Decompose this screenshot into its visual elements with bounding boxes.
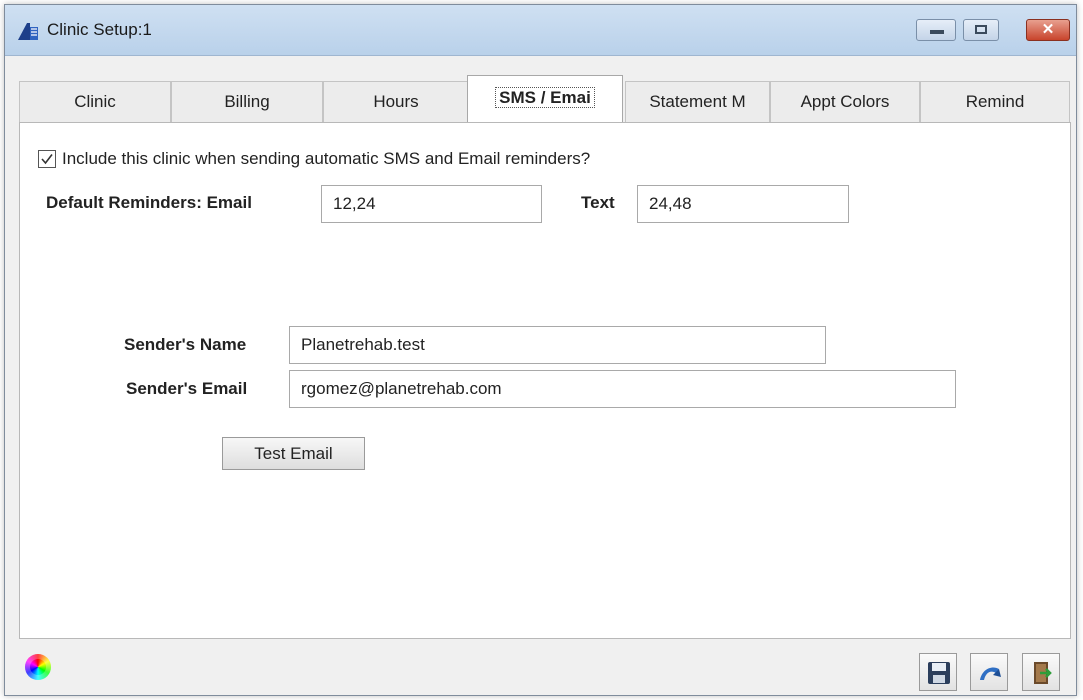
- exit-icon: [1034, 662, 1052, 684]
- maximize-icon: [975, 25, 987, 34]
- undo-icon: [980, 667, 1001, 680]
- maximize-button[interactable]: [963, 19, 999, 41]
- email-reminders-input[interactable]: 12,24: [321, 185, 542, 223]
- window-title: Clinic Setup:1: [47, 20, 152, 39]
- title-bar[interactable]: Clinic Setup:1 ✕: [5, 5, 1076, 56]
- tab-statement[interactable]: Statement M: [625, 81, 770, 123]
- close-button[interactable]: ✕: [1026, 19, 1070, 41]
- tab-clinic[interactable]: Clinic: [19, 81, 171, 123]
- default-reminders-email-label: Default Reminders: Email: [46, 193, 252, 212]
- color-wheel-icon[interactable]: [25, 654, 51, 680]
- tab-hours[interactable]: Hours: [323, 81, 469, 123]
- tab-sms-email[interactable]: SMS / Emai: [467, 75, 623, 124]
- minimize-button[interactable]: [916, 19, 956, 41]
- text-reminders-label: Text: [581, 193, 615, 212]
- close-icon: ✕: [1041, 21, 1055, 38]
- sender-email-label: Sender's Email: [126, 379, 248, 398]
- sender-email-input[interactable]: rgomez@planetrehab.com: [289, 370, 956, 408]
- save-button[interactable]: [919, 653, 957, 691]
- clinic-app-icon: [18, 23, 38, 40]
- sender-name-input[interactable]: Planetrehab.test: [289, 326, 826, 364]
- include-clinic-checkbox[interactable]: [38, 150, 56, 168]
- exit-button[interactable]: [1022, 653, 1060, 691]
- tab-remind[interactable]: Remind: [920, 81, 1070, 123]
- bottom-toolbar: [5, 645, 1076, 695]
- sms-email-panel: Include this clinic when sending automat…: [19, 122, 1071, 639]
- test-email-button[interactable]: Test Email: [222, 437, 365, 470]
- tab-strip: Clinic Billing Hours SMS / Emai Statemen…: [5, 75, 1076, 124]
- save-icon: [928, 662, 950, 684]
- sender-name-label: Sender's Name: [124, 335, 247, 354]
- checkmark-icon: [41, 154, 53, 165]
- clinic-setup-window: Clinic Setup:1 ✕ Clinic Billing Hours SM…: [4, 4, 1077, 696]
- undo-button[interactable]: [970, 653, 1008, 691]
- minimize-icon: [930, 30, 944, 34]
- include-clinic-label[interactable]: Include this clinic when sending automat…: [62, 149, 590, 169]
- tab-billing[interactable]: Billing: [171, 81, 323, 123]
- text-reminders-input[interactable]: 24,48: [637, 185, 849, 223]
- tab-appt-colors[interactable]: Appt Colors: [770, 81, 920, 123]
